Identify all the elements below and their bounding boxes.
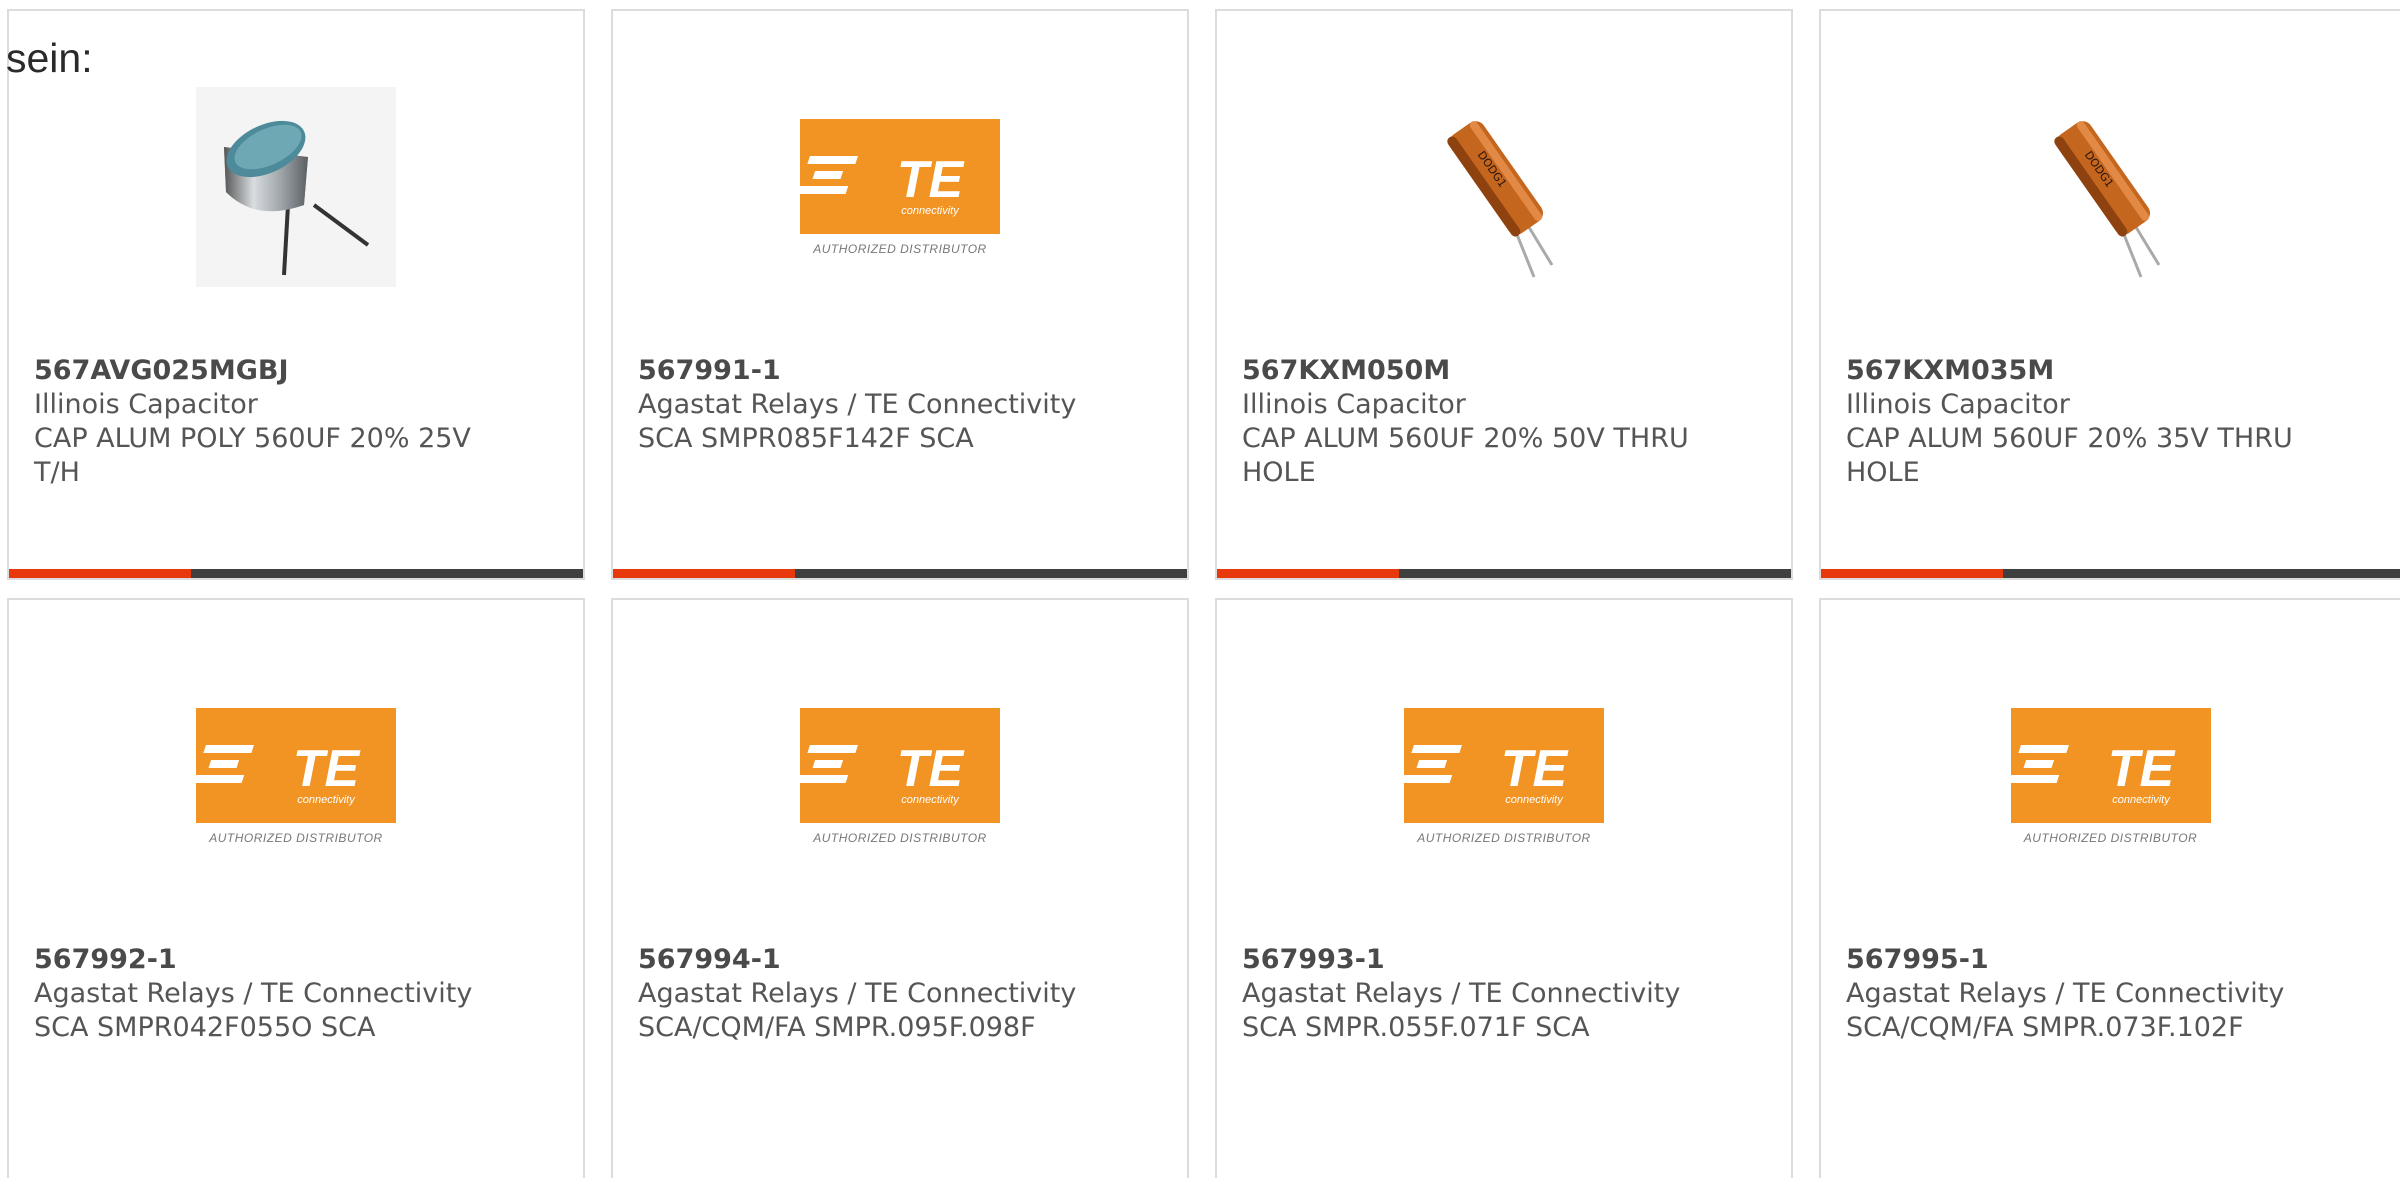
card-accent-bar — [1217, 569, 1791, 578]
part-number[interactable]: 567AVG025MGBJ — [34, 354, 483, 388]
description: SCA/CQM/FA SMPR.073F.102F — [1846, 1012, 2244, 1043]
card-accent-bar — [1821, 569, 2400, 578]
svg-text:connectivity: connectivity — [1505, 794, 1564, 806]
product-grid: 567AVG025MGBJ Illinois Capacitor CAP ALU… — [0, 0, 2400, 1178]
svg-text:TE: TE — [897, 151, 965, 209]
product-image[interactable]: TE connectivity AUTHORIZED DISTRIBUTOR — [1217, 667, 1791, 885]
part-number[interactable]: 567992-1 — [34, 943, 483, 977]
capacitor-electrolytic-image: DODG1 — [1447, 121, 1554, 278]
description: CAP ALUM 560UF 20% 35V THRU HOLE — [1846, 423, 2293, 488]
product-card[interactable]: DODG1 567KXM050M Illinois Capacitor CAP … — [1215, 9, 1793, 580]
svg-text:TE: TE — [1501, 740, 1569, 798]
description: SCA SMPR085F142F SCA — [638, 423, 974, 454]
manufacturer: Agastat Relays / TE Connectivity — [1846, 978, 2285, 1009]
te-connectivity-logo: TE connectivity AUTHORIZED DISTRIBUTOR — [797, 707, 1000, 845]
svg-text:TE: TE — [293, 740, 361, 798]
svg-text:connectivity: connectivity — [297, 794, 356, 806]
product-image[interactable]: TE connectivity AUTHORIZED DISTRIBUTOR — [613, 78, 1187, 296]
manufacturer: Illinois Capacitor — [1242, 389, 1466, 420]
capacitor-electrolytic-image: DODG1 — [2053, 121, 2160, 278]
product-image[interactable]: DODG1 — [1217, 78, 1791, 296]
product-card[interactable]: DODG1 567KXM035M Illinois Capacitor CAP … — [1819, 9, 2400, 580]
svg-text:TE: TE — [2107, 740, 2175, 798]
product-image[interactable]: DODG1 — [1821, 78, 2400, 296]
part-number[interactable]: 567995-1 — [1846, 943, 2300, 977]
product-card[interactable]: TE connectivity AUTHORIZED DISTRIBUTOR 5… — [1819, 598, 2400, 1178]
manufacturer: Agastat Relays / TE Connectivity — [638, 978, 1077, 1009]
product-card[interactable]: 567AVG025MGBJ Illinois Capacitor CAP ALU… — [7, 9, 585, 580]
description: SCA SMPR.055F.071F SCA — [1242, 1012, 1590, 1043]
description: CAP ALUM POLY 560UF 20% 25V T/H — [34, 423, 471, 488]
description: SCA/CQM/FA SMPR.095F.098F — [638, 1012, 1036, 1043]
product-card[interactable]: TE connectivity AUTHORIZED DISTRIBUTOR 5… — [611, 598, 1189, 1178]
capacitor-polymer-image — [196, 87, 396, 287]
product-image[interactable]: TE connectivity AUTHORIZED DISTRIBUTOR — [1821, 667, 2400, 885]
te-connectivity-logo: TE connectivity AUTHORIZED DISTRIBUTOR — [1401, 707, 1604, 845]
part-number[interactable]: 567994-1 — [638, 943, 1087, 977]
description: SCA SMPR042F055O SCA — [34, 1012, 376, 1043]
manufacturer: Illinois Capacitor — [1846, 389, 2070, 420]
svg-text:TE: TE — [897, 740, 965, 798]
te-connectivity-logo: TE connectivity AUTHORIZED DISTRIBUTOR — [797, 118, 1000, 256]
product-image[interactable]: TE connectivity AUTHORIZED DISTRIBUTOR — [613, 667, 1187, 885]
description: CAP ALUM 560UF 20% 50V THRU HOLE — [1242, 423, 1689, 488]
product-card[interactable]: TE connectivity AUTHORIZED DISTRIBUTOR 5… — [1215, 598, 1793, 1178]
svg-text:connectivity: connectivity — [901, 794, 960, 806]
product-card[interactable]: TE connectivity AUTHORIZED DISTRIBUTOR 5… — [611, 9, 1189, 580]
svg-text:connectivity: connectivity — [901, 205, 960, 217]
part-number[interactable]: 567KXM050M — [1242, 354, 1691, 388]
product-card[interactable]: TE connectivity AUTHORIZED DISTRIBUTOR 5… — [7, 598, 585, 1178]
part-number[interactable]: 567993-1 — [1242, 943, 1691, 977]
intro-text: sein: — [6, 35, 93, 81]
manufacturer: Agastat Relays / TE Connectivity — [34, 978, 473, 1009]
product-image[interactable]: TE connectivity AUTHORIZED DISTRIBUTOR — [9, 667, 583, 885]
product-image[interactable] — [9, 78, 583, 296]
part-number[interactable]: 567KXM035M — [1846, 354, 2300, 388]
manufacturer: Illinois Capacitor — [34, 389, 258, 420]
manufacturer: Agastat Relays / TE Connectivity — [1242, 978, 1681, 1009]
te-connectivity-logo: TE connectivity AUTHORIZED DISTRIBUTOR — [2008, 707, 2211, 845]
manufacturer: Agastat Relays / TE Connectivity — [638, 389, 1077, 420]
svg-text:connectivity: connectivity — [2112, 794, 2171, 806]
te-connectivity-logo: TE connectivity AUTHORIZED DISTRIBUTOR — [193, 707, 396, 845]
card-accent-bar — [9, 569, 583, 578]
part-number[interactable]: 567991-1 — [638, 354, 1087, 388]
card-accent-bar — [613, 569, 1187, 578]
